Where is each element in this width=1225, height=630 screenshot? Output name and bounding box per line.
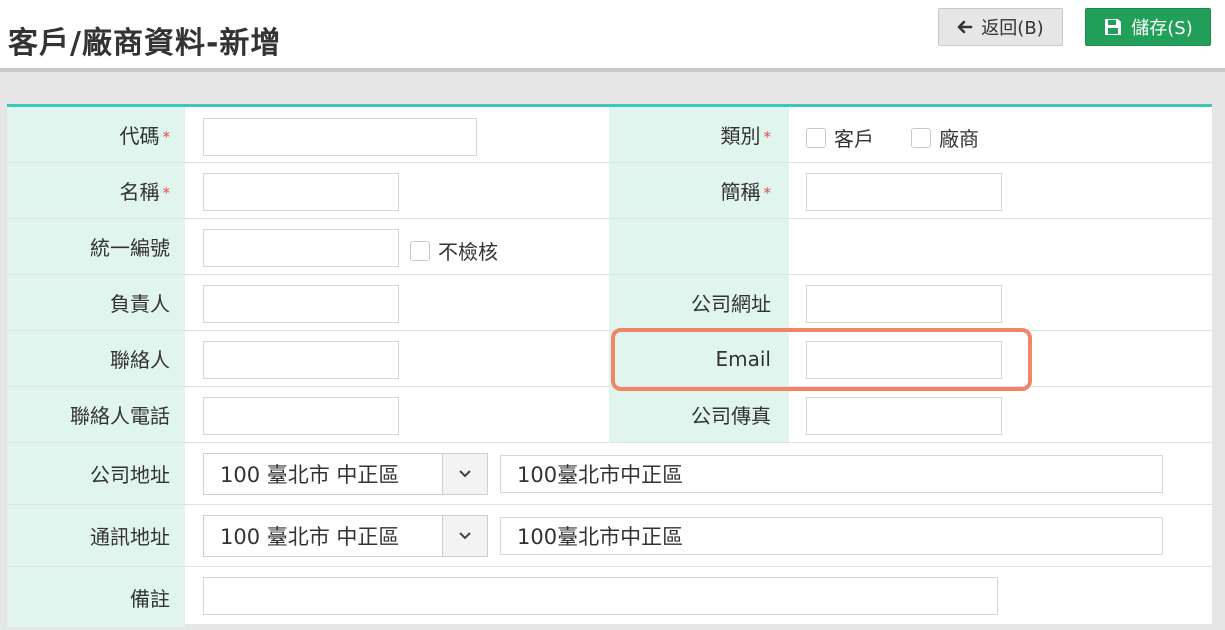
floppy-disk-icon bbox=[1103, 17, 1123, 37]
remarks-label: 備註 bbox=[7, 567, 185, 627]
save-button[interactable]: 儲存(S) bbox=[1085, 8, 1211, 46]
chevron-down-icon[interactable] bbox=[442, 516, 487, 556]
form-row-remarks: 備註 bbox=[7, 567, 1212, 627]
checkbox-box[interactable] bbox=[410, 240, 430, 261]
back-button[interactable]: 返回(B) bbox=[938, 8, 1063, 46]
fax-input[interactable] bbox=[806, 397, 1002, 435]
form-row-contact-phone: 聯絡人電話 公司傳真 bbox=[7, 387, 1212, 443]
checkbox-box[interactable] bbox=[911, 127, 931, 148]
type-customer-checkbox[interactable]: 客戶 bbox=[806, 123, 874, 152]
tax-id-label: 統一編號 bbox=[7, 219, 185, 274]
form-row-mailing-address: 通訊地址 100 臺北市 中正區 100臺北市中正區 bbox=[7, 505, 1212, 567]
page-title: 客戶/廠商資料-新增 bbox=[8, 26, 282, 61]
arrow-left-icon bbox=[957, 20, 973, 34]
page-header: 客戶/廠商資料-新增 返回(B) 儲存(S) bbox=[0, 0, 1225, 72]
short-name-label: 簡稱 * bbox=[609, 163, 789, 218]
company-address-select[interactable]: 100 臺北市 中正區 bbox=[203, 453, 488, 495]
company-address-select-value: 100 臺北市 中正區 bbox=[220, 463, 400, 487]
email-label: Email bbox=[609, 331, 789, 386]
remarks-input[interactable] bbox=[203, 577, 998, 615]
form-row-tax-id: 統一編號 不檢核 bbox=[7, 219, 1212, 275]
owner-input[interactable] bbox=[203, 285, 399, 323]
contact-phone-input[interactable] bbox=[203, 397, 399, 435]
short-name-input[interactable] bbox=[806, 173, 1002, 211]
form-row-company-address: 公司地址 100 臺北市 中正區 100臺北市中正區 bbox=[7, 443, 1212, 505]
form-card: 代碼 * 類別 * 客戶 廠商 名稱 * 簡稱 * 統一編號 不檢核 負責人 公… bbox=[7, 104, 1212, 627]
fax-label: 公司傳真 bbox=[609, 387, 789, 442]
mailing-address-label: 通訊地址 bbox=[7, 505, 185, 566]
name-input[interactable] bbox=[203, 173, 399, 211]
type-label: 類別 * bbox=[609, 107, 789, 162]
required-mark: * bbox=[162, 183, 171, 202]
company-address-label: 公司地址 bbox=[7, 443, 185, 504]
mailing-address-select-value: 100 臺北市 中正區 bbox=[220, 525, 400, 549]
form-row-contact: 聯絡人 Email bbox=[7, 331, 1212, 387]
required-mark: * bbox=[763, 127, 772, 146]
company-address-input[interactable]: 100臺北市中正區 bbox=[500, 455, 1163, 493]
empty-label-cell bbox=[609, 219, 789, 274]
form-row-name: 名稱 * 簡稱 * bbox=[7, 163, 1212, 219]
contact-phone-label: 聯絡人電話 bbox=[7, 387, 185, 442]
website-label: 公司網址 bbox=[609, 275, 789, 330]
type-vendor-checkbox[interactable]: 廠商 bbox=[911, 123, 979, 152]
name-label: 名稱 * bbox=[7, 163, 185, 218]
required-mark: * bbox=[763, 183, 772, 202]
back-button-label: 返回(B) bbox=[981, 18, 1044, 39]
owner-label: 負責人 bbox=[7, 275, 185, 330]
form-row-code: 代碼 * 類別 * 客戶 廠商 bbox=[7, 107, 1212, 163]
contact-label: 聯絡人 bbox=[7, 331, 185, 386]
save-button-label: 儲存(S) bbox=[1131, 18, 1193, 39]
code-label: 代碼 * bbox=[7, 107, 185, 162]
email-input[interactable] bbox=[806, 341, 1002, 379]
no-check-checkbox[interactable]: 不檢核 bbox=[410, 236, 498, 265]
form-row-owner: 負責人 公司網址 bbox=[7, 275, 1212, 331]
website-input[interactable] bbox=[806, 285, 1002, 323]
mailing-address-input[interactable]: 100臺北市中正區 bbox=[500, 517, 1163, 555]
checkbox-box[interactable] bbox=[806, 127, 826, 148]
required-mark: * bbox=[162, 127, 171, 146]
mailing-address-select[interactable]: 100 臺北市 中正區 bbox=[203, 515, 488, 557]
tax-id-input[interactable] bbox=[203, 229, 399, 267]
chevron-down-icon[interactable] bbox=[442, 454, 487, 494]
code-input[interactable] bbox=[203, 118, 477, 156]
contact-input[interactable] bbox=[203, 341, 399, 379]
